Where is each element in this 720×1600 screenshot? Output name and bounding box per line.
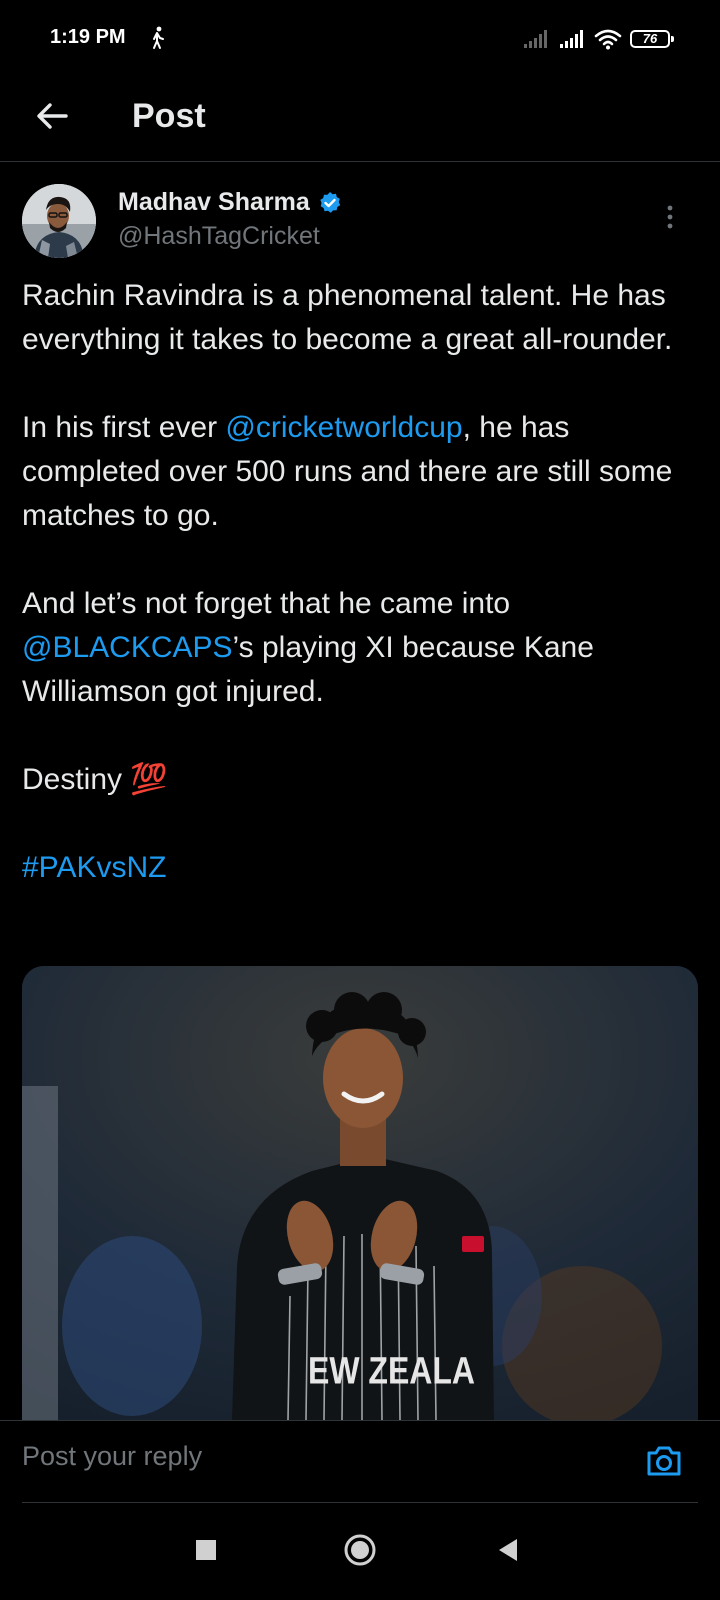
- top-app-bar: Post: [0, 78, 720, 162]
- arrow-left-icon: [37, 103, 68, 129]
- reply-bar: [0, 1420, 720, 1506]
- verified-badge-icon: [320, 191, 340, 213]
- mention-link[interactable]: @cricketworldcup: [225, 411, 462, 444]
- system-nav-bar: [0, 1506, 720, 1600]
- author-handle[interactable]: @HashTagCricket: [118, 222, 320, 251]
- camera-icon[interactable]: [644, 1441, 684, 1481]
- author-name-text: Madhav Sharma: [118, 188, 310, 216]
- circle-icon: [344, 1534, 376, 1566]
- post-paragraph: Destiny 💯: [22, 763, 168, 796]
- post-paragraph: And let’s not forget that he came into @…: [22, 582, 698, 714]
- triangle-back-icon: [499, 1539, 517, 1561]
- back-button[interactable]: [30, 94, 74, 138]
- status-time: 1:19 PM: [50, 26, 126, 48]
- post-author: Madhav Sharma @HashTagCricket: [22, 184, 698, 260]
- cricket-player-photo: EW ZEALA: [22, 966, 698, 1420]
- mention-link[interactable]: @BLACKCAPS: [22, 631, 233, 664]
- walking-icon: [153, 26, 164, 49]
- author-name[interactable]: Madhav Sharma: [118, 188, 342, 217]
- post-paragraph: #PAKvsNZ: [22, 846, 698, 890]
- reply-input[interactable]: [22, 1441, 622, 1472]
- wifi-icon: [594, 29, 622, 50]
- recents-button[interactable]: [184, 1528, 228, 1572]
- page-title: Post: [132, 97, 206, 135]
- post-paragraph: In his first ever @cricketworldcup, he h…: [22, 406, 698, 538]
- status-icons: 76: [522, 26, 674, 52]
- post-text: Rachin Ravindra is a phenomenal talent. …: [22, 274, 698, 934]
- post-paragraph: Rachin Ravindra is a phenomenal talent. …: [22, 279, 673, 356]
- battery-indicator: 76: [630, 30, 674, 48]
- more-vertical-icon[interactable]: [660, 202, 680, 232]
- divider: [22, 1502, 698, 1503]
- nav-back-button[interactable]: [486, 1528, 530, 1572]
- square-icon: [196, 1540, 216, 1560]
- avatar[interactable]: [22, 184, 96, 258]
- text-segment: In his first ever: [22, 411, 226, 444]
- avatar-image: [22, 184, 96, 258]
- jersey-print: EW ZEALA: [308, 1350, 475, 1392]
- home-button[interactable]: [338, 1528, 382, 1572]
- status-bar: 1:19 PM 76: [0, 0, 720, 78]
- post-image[interactable]: EW ZEALA: [22, 966, 698, 1420]
- text-segment: And let’s not forget that he came into: [22, 587, 511, 620]
- hashtag-link[interactable]: #PAKvsNZ: [22, 851, 166, 884]
- signal-strong-icon: [560, 30, 583, 48]
- signal-weak-icon: [524, 30, 547, 48]
